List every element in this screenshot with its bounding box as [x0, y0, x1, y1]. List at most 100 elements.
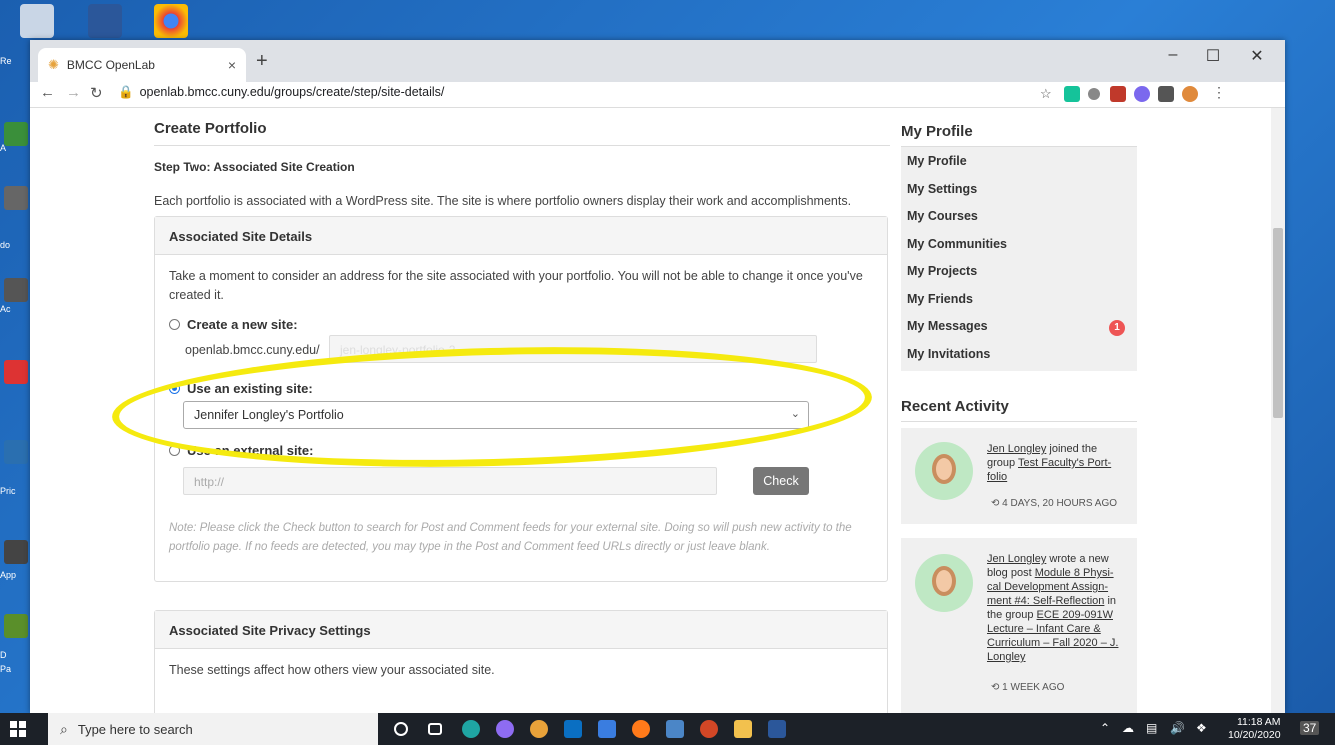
menu-item-my-profile[interactable]: My Profile	[901, 149, 1137, 177]
lock-icon: 🔒	[118, 85, 134, 99]
clock-date: 10/20/2020	[1228, 729, 1281, 741]
avatar[interactable]	[915, 442, 973, 500]
desktop-label: D	[0, 650, 7, 660]
file-explorer-icon[interactable]	[734, 720, 752, 738]
bookmark-star-icon[interactable]: ☆	[1040, 86, 1052, 102]
radio-create-new[interactable]	[169, 319, 180, 330]
chevron-up-icon[interactable]: ⌃	[1100, 721, 1110, 735]
menu-item-my-courses[interactable]: My Courses	[901, 204, 1137, 232]
recycle-bin-icon[interactable]	[20, 4, 54, 38]
desktop-app-icon[interactable]	[4, 278, 28, 302]
taskbar-clock[interactable]: 11:18 AM 10/20/2020	[1228, 716, 1281, 742]
new-tab-button[interactable]: +	[256, 50, 268, 73]
address-bar[interactable]: 🔒 openlab.bmcc.cuny.edu/groups/create/ste…	[118, 85, 444, 100]
edge-icon[interactable]	[462, 720, 480, 738]
main-column: Create Portfolio Step Two: Associated Si…	[110, 108, 890, 713]
privacy-settings-heading: Associated Site Privacy Settings	[155, 611, 887, 649]
outlook-icon[interactable]	[564, 720, 582, 738]
extension-circle-icon[interactable]	[1088, 88, 1100, 100]
site-url-prefix: openlab.bmcc.cuny.edu/	[185, 343, 320, 357]
menu-item-my-friends[interactable]: My Friends	[901, 287, 1137, 315]
itunes-icon[interactable]	[496, 720, 514, 738]
menu-item-my-invitations[interactable]: My Invitations	[901, 342, 1137, 370]
network-icon[interactable]: ▤	[1146, 721, 1157, 735]
activity-user-link[interactable]: Jen Longley	[987, 443, 1046, 455]
dropbox-icon[interactable]	[598, 720, 616, 738]
tab-close-icon[interactable]: ×	[228, 57, 236, 73]
back-icon[interactable]: ←	[40, 84, 55, 101]
activity-item: Jen Longley wrote a new blog post Module…	[901, 538, 1137, 713]
time-ago-icon: ⟲	[991, 498, 1000, 509]
maximize-button[interactable]: ☐	[1190, 46, 1236, 66]
desktop-app-icon[interactable]	[4, 614, 28, 638]
external-site-input[interactable]: http://	[183, 467, 717, 495]
close-button[interactable]: ✕	[1234, 46, 1280, 66]
desktop-label: do	[0, 240, 11, 250]
extension-gear-icon[interactable]	[1134, 86, 1150, 102]
forward-icon[interactable]: →	[66, 84, 81, 101]
step-heading: Step Two: Associated Site Creation	[154, 160, 355, 174]
cortana-icon[interactable]	[394, 722, 408, 736]
sidebar: My Profile My Profile My Settings My Cou…	[901, 108, 1137, 713]
page-description: Each portfolio is associated with a Word…	[154, 194, 852, 208]
avatar[interactable]	[915, 554, 973, 612]
tab-bmcc-openlab[interactable]: ✺ BMCC OpenLab ×	[38, 48, 246, 82]
start-windows-icon[interactable]	[10, 721, 26, 737]
word-icon[interactable]	[88, 4, 122, 38]
desktop-app-icon[interactable]	[4, 360, 28, 384]
desktop-label: Pric	[0, 486, 16, 496]
external-site-note: Note: Please click the Check button to s…	[169, 522, 852, 553]
firefox-icon[interactable]	[632, 720, 650, 738]
privacy-settings-text: These settings affect how others view yo…	[169, 663, 495, 677]
activity-time: 4 DAYS, 20 HOURS AGO	[1002, 498, 1118, 509]
url-text: openlab.bmcc.cuny.edu/groups/create/step…	[139, 85, 445, 99]
page-scrollbar[interactable]	[1271, 108, 1285, 713]
option-new-label: Create a new site:	[187, 317, 298, 332]
scrollbar-thumb[interactable]	[1273, 228, 1283, 418]
activity-time: 1 WEEK AGO	[1002, 682, 1065, 693]
option-create-new-site[interactable]: Create a new site:	[169, 317, 298, 332]
desktop-label: Ac	[0, 304, 11, 314]
chrome-icon[interactable]	[154, 4, 188, 38]
check-button[interactable]: Check	[753, 467, 809, 495]
profile-avatar[interactable]	[1182, 86, 1198, 102]
powerpoint-icon[interactable]	[700, 720, 718, 738]
site-details-heading: Associated Site Details	[155, 217, 887, 255]
my-profile-title: My Profile	[901, 108, 1137, 147]
teams-icon[interactable]	[666, 720, 684, 738]
tab-title: BMCC OpenLab	[66, 58, 155, 72]
dropbox-tray-icon[interactable]: ❖	[1196, 721, 1207, 735]
search-placeholder: Type here to search	[77, 721, 193, 737]
menu-item-my-messages[interactable]: My Messages 1	[901, 314, 1137, 342]
clock-time: 11:18 AM	[1236, 716, 1281, 728]
menu-kebab-icon[interactable]: ⋮	[1212, 84, 1226, 101]
site-details-intro: Take a moment to consider an address for…	[169, 269, 863, 302]
extensions-puzzle-icon[interactable]	[1158, 86, 1174, 102]
desktop-label: Pa	[0, 664, 12, 674]
desktop-label: App	[0, 570, 17, 580]
lightbulb-icon: ✺	[48, 57, 59, 72]
messages-count-badge: 1	[1109, 320, 1125, 336]
menu-item-my-settings[interactable]: My Settings	[901, 177, 1137, 205]
menu-item-label: My Messages	[907, 319, 988, 333]
activity-user-link[interactable]: Jen Longley	[987, 553, 1046, 565]
page-title: Create Portfolio	[154, 108, 890, 146]
desktop-app-icon[interactable]	[4, 540, 28, 564]
desktop-label: Re	[0, 56, 12, 66]
notifications-count: 37	[1303, 721, 1317, 735]
extension-grammarly-icon[interactable]	[1064, 86, 1080, 102]
taskbar: ⌕ Type here to search ⌃ ☁ ▤ 🔊 ❖ 11:18 AM…	[0, 713, 1335, 745]
onedrive-icon[interactable]: ☁	[1122, 721, 1134, 735]
volume-icon[interactable]: 🔊	[1170, 721, 1185, 735]
reload-icon[interactable]: ↻	[90, 84, 103, 102]
extension-pdf-icon[interactable]	[1110, 86, 1126, 102]
menu-item-my-projects[interactable]: My Projects	[901, 259, 1137, 287]
taskbar-search[interactable]: ⌕ Type here to search	[48, 713, 378, 745]
chrome-taskbar-icon[interactable]	[530, 720, 548, 738]
task-view-icon[interactable]	[428, 723, 442, 735]
word-taskbar-icon[interactable]	[768, 720, 786, 738]
menu-item-my-communities[interactable]: My Communities	[901, 232, 1137, 260]
desktop-app-icon[interactable]	[4, 440, 28, 464]
notifications-icon[interactable]: 37	[1300, 721, 1320, 735]
desktop-app-icon[interactable]	[4, 186, 28, 210]
